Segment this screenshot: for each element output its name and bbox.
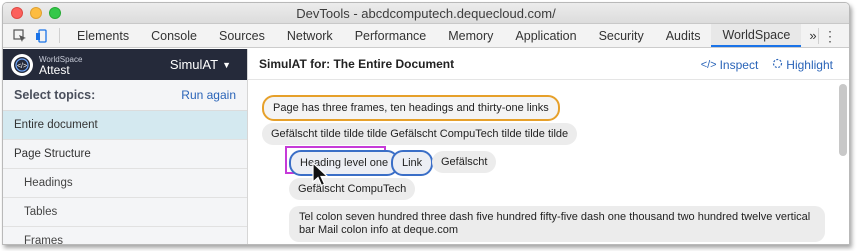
heading-level-one-chip[interactable]: Heading level one — [289, 150, 400, 176]
topics-header: Select topics: Run again — [3, 80, 247, 111]
main-header: SimulAT for: The Entire Document </> Ins… — [248, 49, 849, 80]
topics-list: Entire document Page Structure Headings Tab… — [3, 111, 247, 244]
more-tabs-button[interactable]: » — [801, 24, 824, 47]
contact-info-chip[interactable]: Tel colon seven hundred three dash five … — [289, 206, 825, 242]
highlight-icon — [772, 58, 783, 72]
highlight-label: Highlight — [786, 58, 833, 72]
window-title: DevTools - abcdcomputech.dequecloud.com/ — [296, 6, 556, 21]
computech-chip[interactable]: Gefälscht CompuTech — [289, 178, 416, 200]
run-again-link[interactable]: Run again — [181, 88, 236, 102]
brand-bar: </> WorldSpace Attest SimulAT ▼ — [3, 49, 247, 80]
menu-separator — [818, 28, 819, 44]
device-toolbar-icon[interactable] — [31, 24, 53, 47]
banner-text-chip[interactable]: Gefälscht tilde tilde tilde Gefälscht Co… — [262, 123, 578, 145]
simulat-menu-label: SimulAT — [169, 57, 219, 72]
tab-audits[interactable]: Audits — [655, 24, 712, 47]
link-chip[interactable]: Link — [391, 150, 434, 176]
gefalscht-chip[interactable]: Gefälscht — [432, 151, 497, 173]
customize-menu-icon[interactable]: ⋮ — [823, 28, 837, 45]
tab-separator — [59, 28, 60, 43]
main-title: SimulAT for: The Entire Document — [259, 57, 455, 71]
svg-text:</>: </> — [17, 63, 27, 70]
tab-sources[interactable]: Sources — [208, 24, 276, 47]
worldspace-panel: </> WorldSpace Attest SimulAT ▼ Select t… — [3, 49, 849, 244]
mouse-pointer-icon — [312, 161, 330, 191]
summary-chip[interactable]: Page has three frames, ten headings and … — [262, 95, 560, 121]
inspect-label: Inspect — [719, 58, 759, 72]
tab-console[interactable]: Console — [140, 24, 208, 47]
brand-line-2: Attest — [39, 62, 70, 77]
tab-network[interactable]: Network — [276, 24, 344, 47]
tab-memory[interactable]: Memory — [437, 24, 504, 47]
code-icon: </> — [700, 59, 717, 71]
tab-elements[interactable]: Elements — [66, 24, 140, 47]
select-element-icon[interactable] — [9, 24, 31, 47]
simulat-main: SimulAT for: The Entire Document </> Ins… — [248, 49, 849, 244]
inspect-button[interactable]: </> Inspect — [701, 58, 759, 72]
tab-application[interactable]: Application — [504, 24, 587, 47]
sidebar-item-page-structure[interactable]: Page Structure — [3, 140, 247, 169]
caret-down-icon: ▼ — [222, 59, 231, 70]
simulat-menu-button[interactable]: SimulAT ▼ — [170, 57, 231, 72]
sidebar-item-entire-document[interactable]: Entire document — [3, 111, 247, 140]
brand-name: WorldSpace Attest — [39, 55, 82, 77]
tab-performance[interactable]: Performance — [344, 24, 438, 47]
scrollbar-thumb[interactable] — [839, 84, 847, 156]
devtools-tab-bar: Elements Console Sources Network Performance… — [3, 24, 849, 48]
highlight-button[interactable]: Highlight — [772, 58, 833, 72]
tab-worldspace[interactable]: WorldSpace — [711, 24, 802, 47]
tab-list: Elements Console Sources Network Performance… — [66, 24, 802, 47]
topics-heading: Select topics: — [14, 88, 96, 102]
topics-sidebar: </> WorldSpace Attest SimulAT ▼ Select t… — [3, 49, 248, 244]
worldspace-logo-icon: </> — [11, 53, 33, 76]
tab-security[interactable]: Security — [588, 24, 655, 47]
sidebar-item-tables[interactable]: Tables — [3, 198, 247, 227]
sidebar-item-headings[interactable]: Headings — [3, 169, 247, 198]
devtools-window: DevTools - abcdcomputech.dequecloud.com/… — [2, 2, 850, 245]
sidebar-item-frames[interactable]: Frames — [3, 227, 247, 244]
scrollbar[interactable] — [839, 84, 847, 244]
title-bar: DevTools - abcdcomputech.dequecloud.com/ — [3, 3, 849, 24]
main-actions: </> Inspect Highlight — [701, 58, 833, 72]
